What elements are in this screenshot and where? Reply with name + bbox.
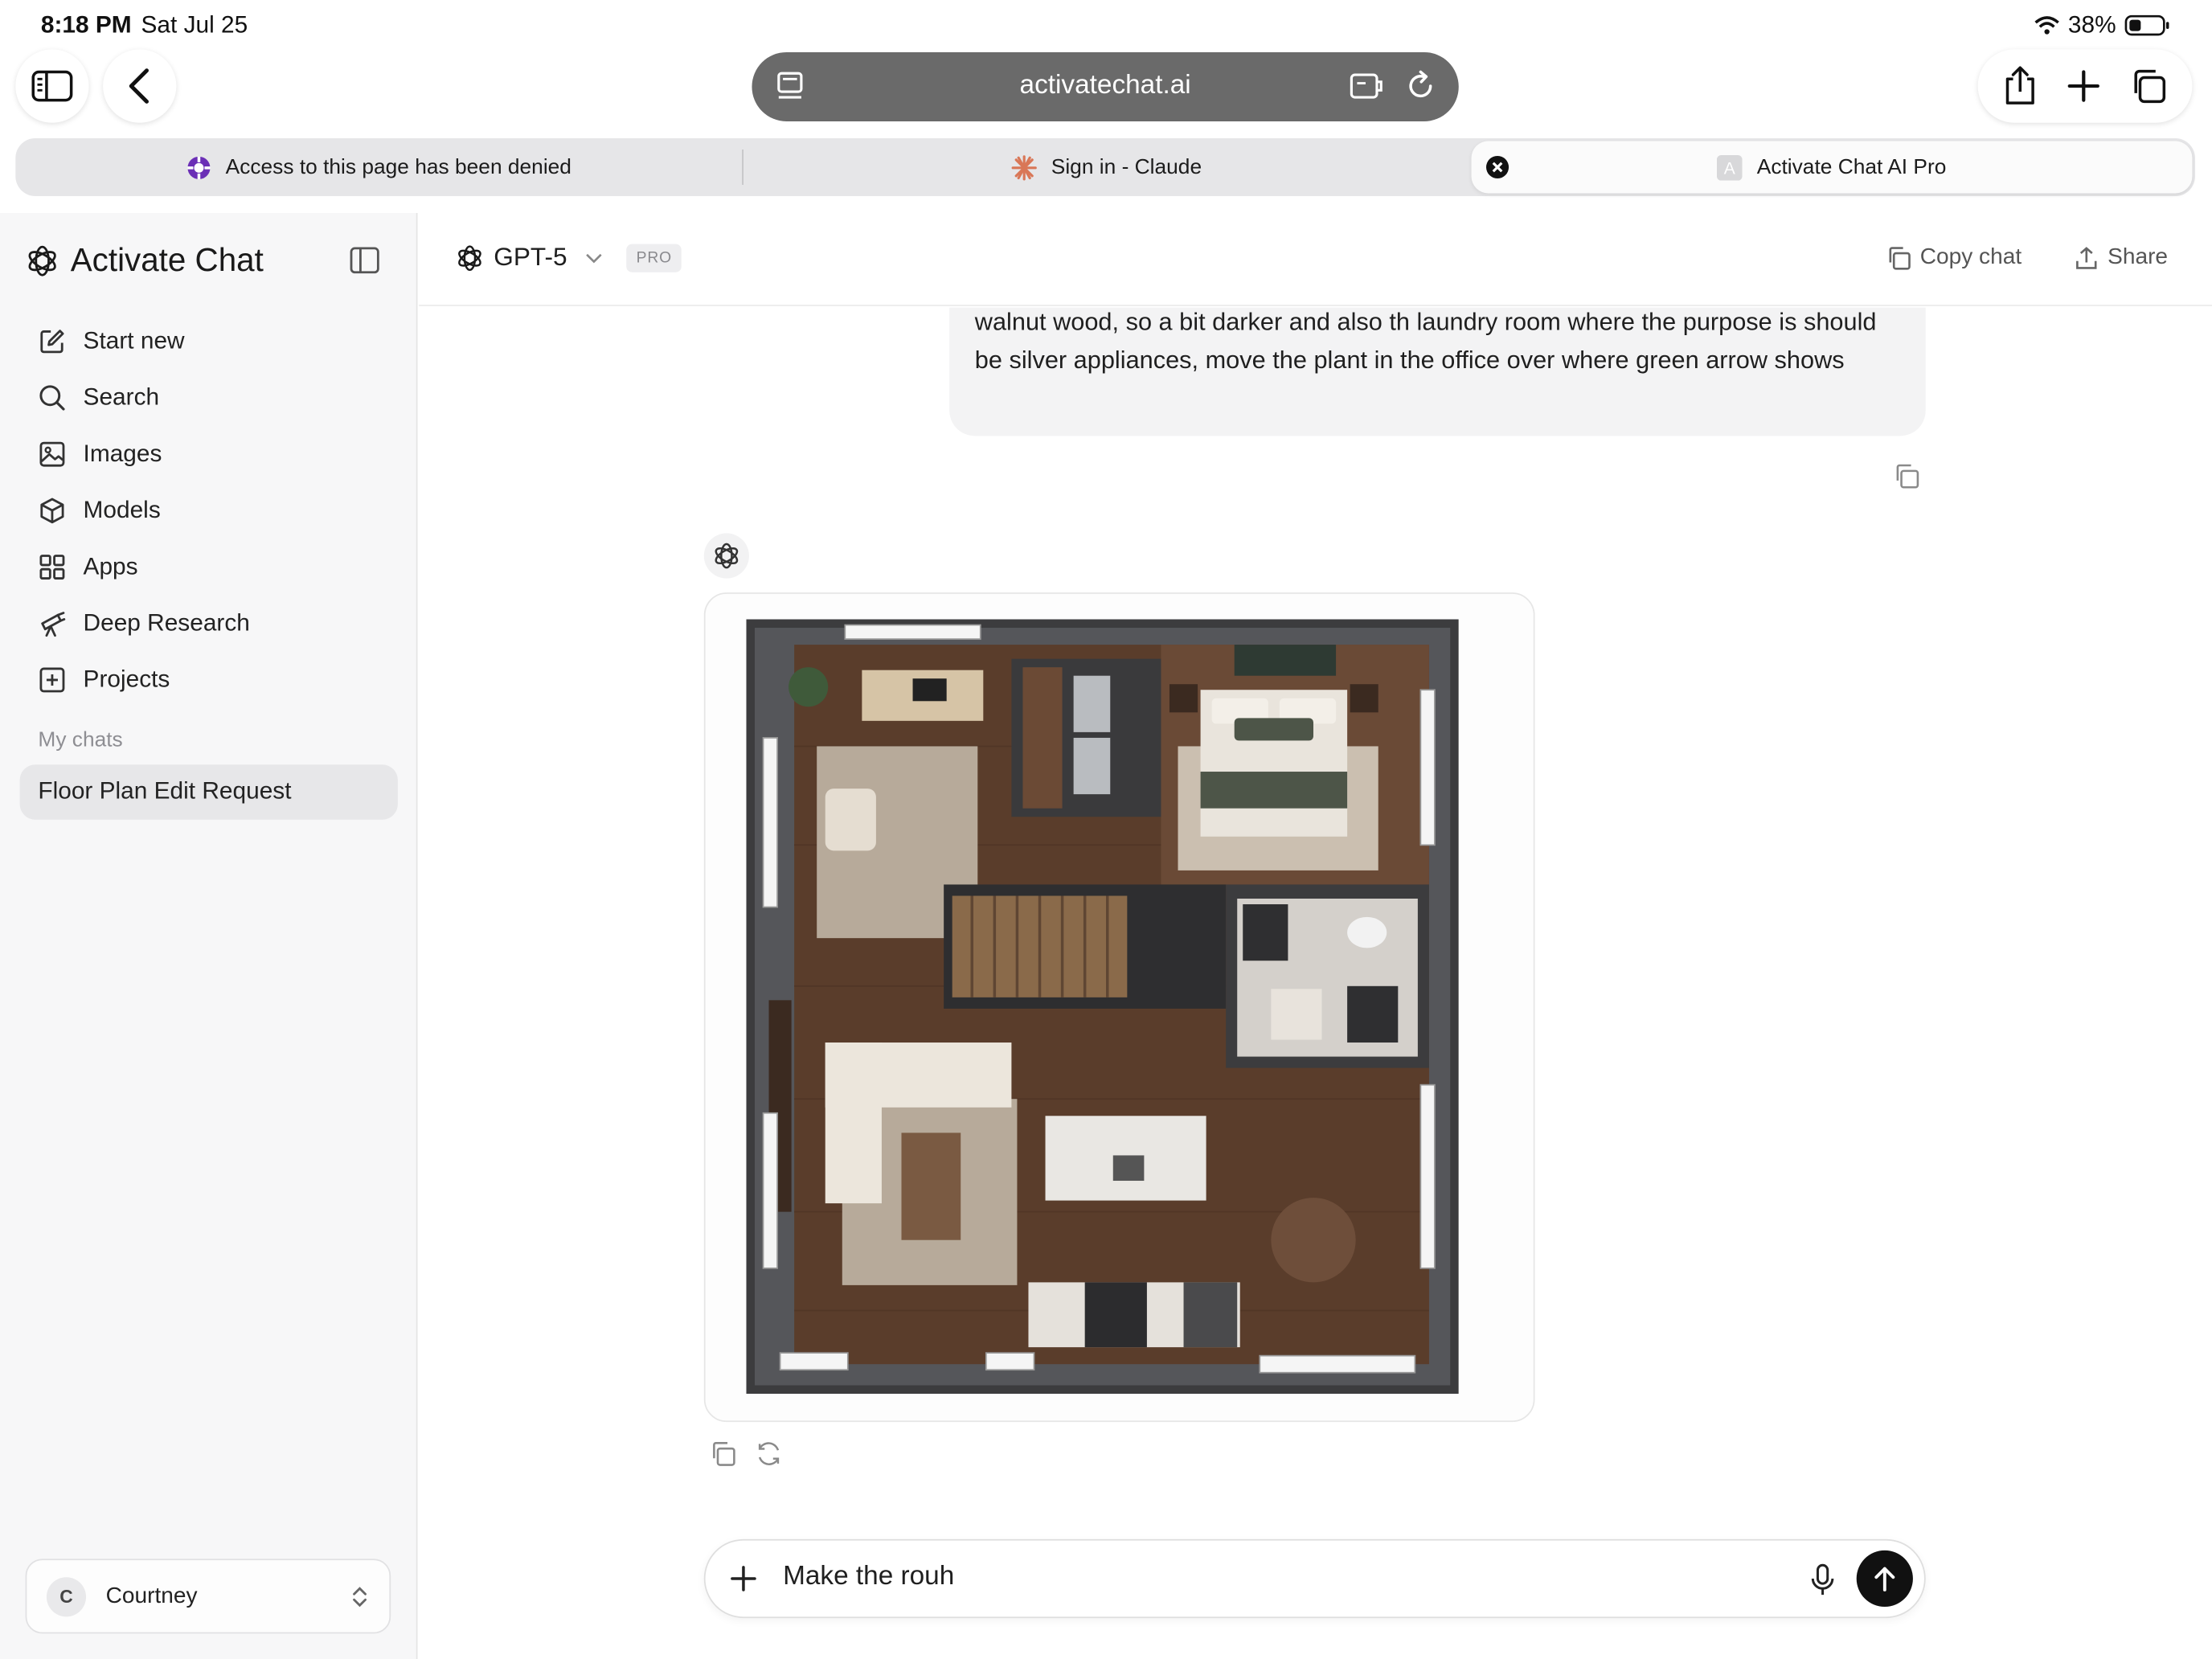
collapse-sidebar-icon[interactable] bbox=[350, 247, 379, 274]
tab-claude-sign-in[interactable]: Sign in - Claude bbox=[743, 138, 1470, 196]
grid-icon bbox=[38, 553, 66, 581]
chat-header: GPT-5 PRO Copy chat Share bbox=[419, 213, 2212, 306]
arrow-up-icon bbox=[1872, 1564, 1898, 1592]
share-button[interactable]: Share bbox=[2074, 245, 2168, 271]
address-bar[interactable]: activatechat.ai bbox=[752, 51, 1459, 121]
microphone-icon[interactable] bbox=[1809, 1563, 1837, 1597]
status-time: 8:18 PM bbox=[40, 11, 132, 39]
send-button[interactable] bbox=[1856, 1550, 1913, 1608]
cube-icon bbox=[38, 497, 66, 525]
battery-icon bbox=[2124, 14, 2169, 37]
claude-logo-icon bbox=[1011, 154, 1038, 180]
sidebar-item-images[interactable]: Images bbox=[38, 437, 162, 471]
sidebar-item-label: Search bbox=[83, 383, 160, 411]
sidebar: Activate Chat Start new Search Images Mo… bbox=[0, 213, 418, 1659]
generated-image-card[interactable] bbox=[703, 592, 1535, 1423]
sidebar-item-label: Apps bbox=[83, 552, 138, 580]
sidebar-item-label: Start new bbox=[83, 327, 185, 354]
status-date: Sat Jul 25 bbox=[141, 11, 248, 39]
chevron-left-icon bbox=[127, 68, 153, 104]
model-name: GPT-5 bbox=[494, 242, 567, 271]
upload-icon bbox=[2074, 245, 2099, 271]
sidebar-item-start-new[interactable]: Start new bbox=[38, 325, 185, 358]
tabs-overview-icon[interactable] bbox=[2128, 66, 2168, 105]
sidebar-item-models[interactable]: Models bbox=[38, 494, 161, 527]
sidebar-item-apps[interactable]: Apps bbox=[38, 550, 138, 584]
user-message: walnut wood, so a bit darker and also th… bbox=[949, 307, 1926, 436]
tab-label: Sign in - Claude bbox=[1051, 155, 1202, 179]
brand[interactable]: Activate Chat bbox=[26, 241, 264, 279]
close-tab-icon[interactable] bbox=[1485, 155, 1509, 179]
search-icon bbox=[38, 383, 66, 412]
extension-icon[interactable] bbox=[1349, 71, 1386, 102]
plus-icon[interactable] bbox=[729, 1564, 757, 1592]
message-input[interactable] bbox=[783, 1561, 1771, 1593]
browser-actions bbox=[1977, 49, 2193, 123]
sidebar-item-label: Deep Research bbox=[83, 609, 250, 637]
activate-favicon-icon: A bbox=[1717, 154, 1743, 180]
edit-icon bbox=[38, 327, 66, 355]
model-selector[interactable]: GPT-5 PRO bbox=[456, 243, 682, 272]
sidebar-item-label: Images bbox=[83, 440, 162, 467]
sidebar-item-label: Projects bbox=[83, 666, 170, 693]
sidebar-item-search[interactable]: Search bbox=[38, 381, 159, 415]
sidebar-item-projects[interactable]: Projects bbox=[38, 663, 170, 697]
svg-text:A: A bbox=[1724, 159, 1735, 178]
tab-access-denied[interactable]: Access to this page has been denied bbox=[15, 138, 742, 196]
avatar: C bbox=[46, 1576, 87, 1616]
sidebar-item-label: Models bbox=[83, 496, 161, 524]
sidebar-item-deep-research[interactable]: Deep Research bbox=[38, 607, 250, 641]
openai-logo-icon bbox=[456, 244, 484, 272]
plus-square-icon bbox=[38, 666, 66, 694]
status-indicators: 38% bbox=[2034, 11, 2170, 39]
reload-icon[interactable] bbox=[1403, 69, 1437, 103]
my-chats-label: My chats bbox=[38, 727, 123, 752]
share-icon[interactable] bbox=[2002, 65, 2039, 108]
regenerate-icon[interactable] bbox=[755, 1440, 783, 1467]
tab-label: Activate Chat AI Pro bbox=[1756, 155, 1947, 179]
brand-name: Activate Chat bbox=[70, 241, 264, 278]
battery-percent: 38% bbox=[2067, 11, 2116, 39]
copy-response-icon[interactable] bbox=[710, 1440, 736, 1467]
chevron-up-down-icon bbox=[350, 1583, 370, 1609]
pro-badge: PRO bbox=[626, 243, 682, 272]
user-account-button[interactable]: C Courtney bbox=[25, 1559, 391, 1634]
composer bbox=[703, 1538, 1926, 1619]
app-screen: 8:18 PM Sat Jul 25 38% activatechat.ai A… bbox=[0, 0, 2212, 1659]
new-tab-icon[interactable] bbox=[2065, 68, 2102, 104]
floor-plan-image bbox=[746, 619, 1459, 1395]
image-icon bbox=[38, 440, 66, 469]
tab-label: Access to this page has been denied bbox=[225, 155, 571, 179]
user-name: Courtney bbox=[105, 1583, 198, 1608]
assistant-avatar bbox=[703, 533, 749, 579]
chat-item-floor-plan[interactable]: Floor Plan Edit Request bbox=[19, 764, 398, 820]
tab-activate-chat[interactable]: A Activate Chat AI Pro bbox=[1471, 141, 2193, 194]
sidebar-icon bbox=[31, 69, 74, 103]
copy-chat-button[interactable]: Copy chat bbox=[1886, 245, 2022, 271]
telescope-icon bbox=[38, 609, 66, 637]
copy-icon bbox=[1886, 245, 1912, 271]
copy-chat-label: Copy chat bbox=[1919, 245, 2022, 270]
lifebuoy-icon bbox=[186, 154, 212, 180]
copy-message-icon[interactable] bbox=[1893, 463, 1919, 490]
openai-logo-icon bbox=[26, 244, 59, 277]
wifi-icon bbox=[2034, 15, 2060, 35]
openai-logo-icon bbox=[712, 542, 740, 570]
back-button[interactable] bbox=[103, 49, 177, 123]
sidebar-toggle-button[interactable] bbox=[15, 49, 89, 123]
tab-bar: Access to this page has been denied Sign… bbox=[15, 137, 2195, 196]
share-label: Share bbox=[2108, 245, 2169, 270]
chevron-down-icon bbox=[585, 252, 602, 263]
